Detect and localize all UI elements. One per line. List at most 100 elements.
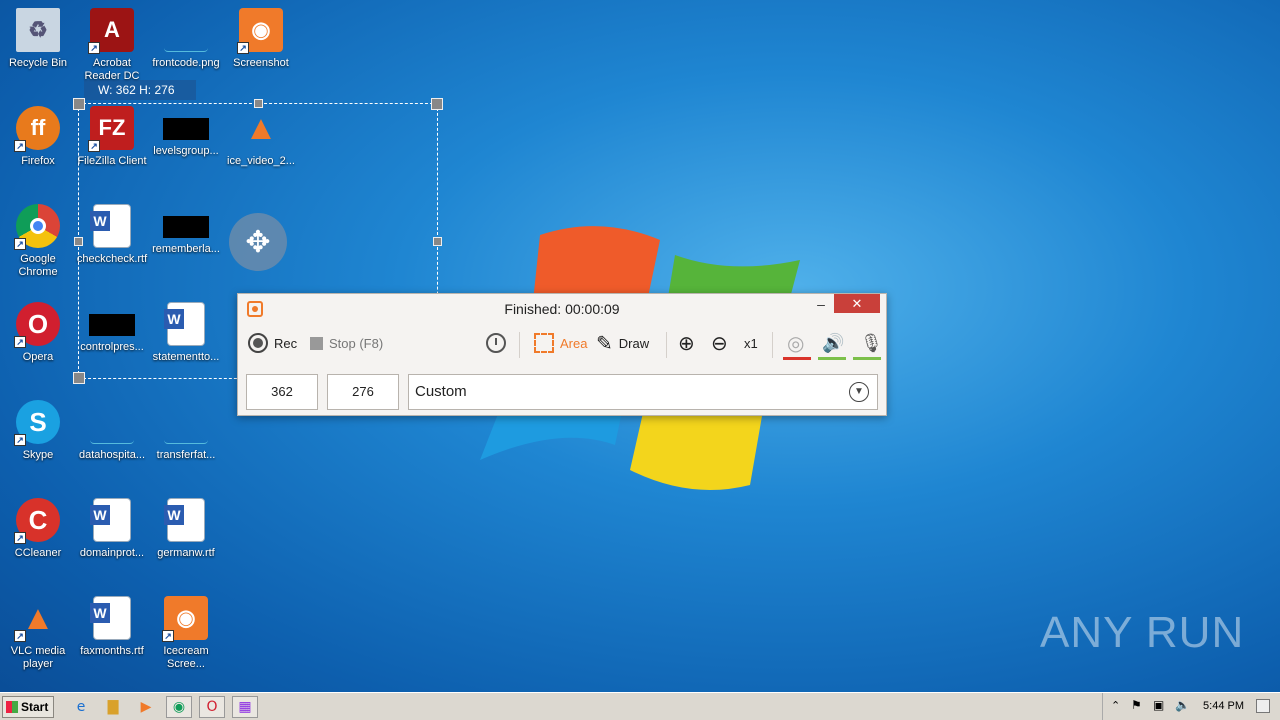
image-file-icon: [164, 8, 208, 52]
file-icon: [164, 400, 208, 444]
close-button[interactable]: ✕: [834, 294, 880, 313]
desktop-icon-ccleaner[interactable]: C ↗ CCleaner: [0, 498, 76, 560]
word-document-icon: [90, 596, 131, 640]
recording-status-title: Finished: 00:00:09: [504, 301, 620, 317]
vlc-cone-icon: ▲ ↗: [14, 596, 60, 642]
desktop-icon-transferfat[interactable]: transferfat...: [148, 400, 224, 462]
explorer-icon[interactable]: ▇: [100, 696, 126, 718]
icon-label: germanw.rtf: [157, 547, 215, 559]
icon-label: Recycle Bin: [8, 57, 68, 69]
network-icon[interactable]: ▣: [1153, 698, 1164, 712]
desktop-icon-icecream[interactable]: ◉ ↗ Icecream Scree...: [148, 596, 224, 671]
resize-handle-top-right[interactable]: [431, 98, 443, 110]
rec-label: Rec: [274, 335, 298, 351]
recycle-bin-icon: ♻: [16, 8, 60, 52]
chevron-up-icon[interactable]: ⌃: [1111, 699, 1120, 712]
divider: [666, 332, 667, 358]
move-icon[interactable]: ✥: [229, 213, 287, 271]
desktop-icon-germanw[interactable]: germanw.rtf: [148, 498, 224, 560]
opera-icon: O ↗: [14, 302, 60, 348]
icon-label: Icecream Scree...: [163, 645, 209, 670]
speaker-button[interactable]: 🔊: [822, 327, 844, 359]
divider: [772, 332, 773, 358]
desktop-icon-acrobat[interactable]: A ↗ Acrobat Reader DC: [74, 8, 150, 83]
webcam-button[interactable]: ◎: [787, 327, 804, 359]
zoom-in-icon: ⊕: [678, 332, 695, 355]
system-tray: ⌃ ⚑ ▣ 🔈: [1102, 693, 1280, 720]
minimize-button[interactable]: –: [810, 296, 832, 314]
winrar-icon[interactable]: ▦: [232, 696, 258, 718]
desktop-icon-domainprot[interactable]: domainprot...: [74, 498, 150, 560]
area-button[interactable]: Area: [534, 327, 587, 359]
resize-handle-top[interactable]: [254, 99, 263, 108]
draw-label: Draw: [618, 335, 650, 351]
zoom-out-button[interactable]: ⊖: [711, 327, 728, 359]
recorder-window: Finished: 00:00:09 – ✕ Rec Stop (F8) Are…: [237, 293, 887, 416]
firefox-icon: ff ↗: [14, 106, 60, 152]
media-player-icon[interactable]: ▶: [133, 696, 159, 718]
resize-handle-bottom-left[interactable]: [73, 372, 85, 384]
width-input[interactable]: 362: [246, 374, 318, 410]
icon-label: VLC media player: [10, 645, 66, 670]
desktop-icon-faxmonths[interactable]: faxmonths.rtf: [74, 596, 150, 658]
taskbar-clock[interactable]: 5:44 PM: [1203, 700, 1244, 712]
opera-icon[interactable]: O: [199, 696, 225, 718]
draw-button[interactable]: ✎ Draw: [596, 327, 649, 359]
icon-label: frontcode.png: [152, 57, 220, 69]
desktop-icon-frontcode[interactable]: frontcode.png: [148, 8, 224, 70]
file-icon: [90, 400, 134, 444]
show-desktop-icon[interactable]: [1256, 699, 1270, 713]
zoom-in-button[interactable]: ⊕: [678, 327, 695, 359]
area-label: Area: [560, 335, 588, 351]
clock-icon: [486, 333, 506, 353]
icon-label: Google Chrome: [18, 253, 58, 278]
taskbar: Start e ▇ ▶ ◉ O ▦ ⌃ ⚑ ▣ 🔈 5:44 PM: [0, 692, 1280, 720]
webcam-status-bar: [783, 357, 811, 360]
word-document-icon: [164, 498, 205, 542]
resize-handle-top-left[interactable]: [73, 98, 85, 110]
ccleaner-icon: C ↗: [14, 498, 60, 544]
icon-label: datahospita...: [78, 449, 146, 461]
schedule-button[interactable]: [486, 327, 512, 359]
microphone-status-bar: [853, 357, 881, 360]
start-button[interactable]: Start: [2, 696, 54, 718]
desktop-icon-firefox[interactable]: ff ↗ Firefox: [0, 106, 76, 168]
desktop-icon-screenshot[interactable]: ◉ ↗ Screenshot: [223, 8, 299, 70]
desktop-icon-vlc[interactable]: ▲ ↗ VLC media player: [0, 596, 76, 671]
stop-icon: [310, 336, 323, 350]
chrome-icon[interactable]: ◉: [166, 696, 192, 718]
watermark: ANY RUN: [1040, 608, 1245, 657]
preset-value: Custom: [415, 383, 467, 400]
pencil-icon: ✎: [596, 332, 613, 355]
skype-icon: S ↗: [14, 400, 60, 446]
microphone-button[interactable]: 🎙: [860, 327, 883, 359]
icon-label: Opera: [22, 351, 54, 363]
zoom-level: x1: [744, 335, 758, 351]
desktop-icon-chrome[interactable]: ↗ Google Chrome: [0, 204, 76, 279]
zoom-out-icon: ⊖: [711, 332, 728, 355]
camera-icon: ◉ ↗: [237, 8, 283, 54]
icecream-recorder-icon: ◉ ↗: [162, 596, 208, 642]
rec-button[interactable]: Rec: [248, 327, 297, 359]
icon-label: faxmonths.rtf: [80, 645, 144, 657]
resize-handle-right[interactable]: [433, 237, 442, 246]
height-input[interactable]: 276: [327, 374, 399, 410]
desktop-icon-opera[interactable]: O ↗ Opera: [0, 302, 76, 364]
record-icon: [248, 333, 268, 353]
desktop-icon-skype[interactable]: S ↗ Skype: [0, 400, 76, 462]
preset-dropdown[interactable]: Custom ▼: [408, 374, 878, 410]
icon-label: CCleaner: [14, 547, 62, 559]
icon-label: Screenshot: [233, 57, 289, 69]
desktop-icon-datahospita[interactable]: datahospita...: [74, 400, 150, 462]
volume-icon[interactable]: 🔈: [1175, 698, 1190, 712]
icon-label: domainprot...: [79, 547, 145, 559]
desktop-icon-recycle-bin[interactable]: ♻ Recycle Bin: [0, 8, 76, 70]
stop-label: Stop (F8): [329, 335, 384, 351]
ie-icon[interactable]: e: [68, 696, 94, 718]
flag-icon[interactable]: ⚑: [1131, 698, 1142, 712]
stop-button[interactable]: Stop (F8): [310, 327, 383, 359]
icon-label: transferfat...: [156, 449, 216, 461]
speaker-status-bar: [818, 357, 846, 360]
chevron-down-icon: ▼: [849, 382, 869, 402]
resize-handle-left[interactable]: [74, 237, 83, 246]
